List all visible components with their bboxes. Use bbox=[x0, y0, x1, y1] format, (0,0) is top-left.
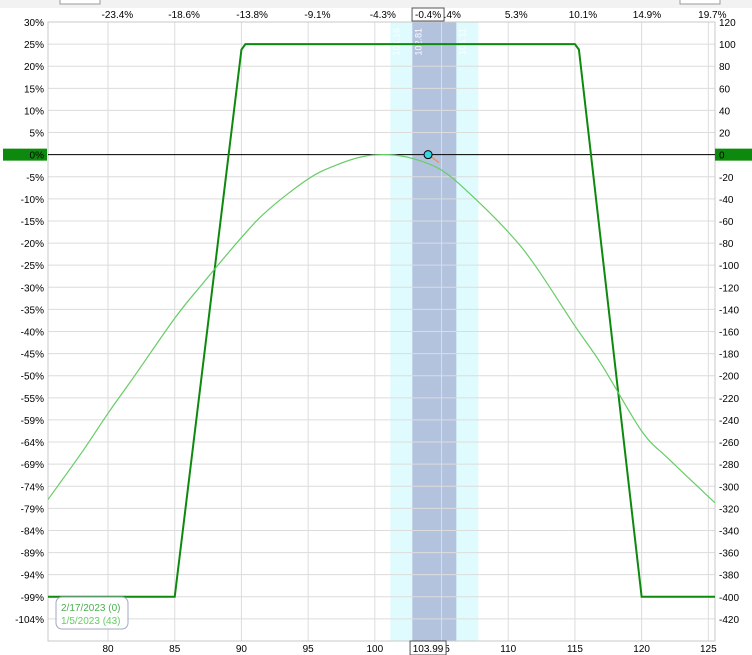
top-toolbar-strip bbox=[0, 0, 752, 8]
bottom-axis-tick: 85 bbox=[169, 644, 181, 655]
right-axis-tick: -20 bbox=[719, 173, 734, 184]
left-axis-tick: -5% bbox=[26, 173, 44, 184]
top-axis-tick: -18.6% bbox=[168, 10, 200, 21]
right-axis-tick: 100 bbox=[719, 40, 736, 51]
right-axis-tick: -300 bbox=[719, 482, 739, 493]
right-axis-tick-zero: 0 bbox=[719, 151, 725, 162]
left-axis-tick: 5% bbox=[30, 129, 45, 140]
right-axis-tick: -120 bbox=[719, 283, 739, 294]
legend[interactable]: 2/17/2023 (0) 1/5/2023 (43) bbox=[55, 596, 129, 630]
right-axis-tick: -200 bbox=[719, 372, 739, 383]
top-axis-tick: 10.1% bbox=[569, 10, 597, 21]
toolbar-input-left[interactable] bbox=[59, 0, 101, 5]
left-axis-tick: -89% bbox=[21, 549, 44, 560]
left-axis: 30% 25% 20% 15% 10% 5% 0% -5% -10% -15% -20% -25% -3… bbox=[3, 18, 47, 626]
top-axis-tick: -13.8% bbox=[236, 10, 268, 21]
band-label-2: 106.11 bbox=[457, 28, 467, 55]
band-label-0: 101.16 bbox=[391, 28, 401, 56]
left-axis-tick: -59% bbox=[21, 416, 44, 427]
bottom-axis-tick: 95 bbox=[303, 644, 315, 655]
bottom-axis-tick: 115 bbox=[567, 644, 583, 655]
top-axis-tick: 19.7% bbox=[698, 10, 726, 21]
left-axis-tick: -50% bbox=[21, 372, 44, 383]
left-axis-tick: -94% bbox=[21, 571, 44, 582]
left-axis-tick: 10% bbox=[24, 106, 44, 117]
left-axis-tick: -45% bbox=[21, 350, 44, 361]
left-axis-tick: -20% bbox=[21, 239, 44, 250]
right-axis-tick: -140 bbox=[719, 305, 739, 316]
left-axis-tick: 30% bbox=[24, 18, 44, 29]
right-axis-tick: -180 bbox=[719, 350, 739, 361]
bottom-axis-tick: 90 bbox=[236, 644, 248, 655]
left-axis-tick: -69% bbox=[21, 460, 44, 471]
right-axis-tick: -100 bbox=[719, 261, 739, 272]
right-axis-tick: 40 bbox=[719, 106, 731, 117]
left-axis-tick-zero: 0% bbox=[30, 151, 45, 162]
bottom-axis-tick: 80 bbox=[102, 644, 114, 655]
right-axis-tick: -340 bbox=[719, 526, 739, 537]
left-axis-tick: -74% bbox=[21, 482, 44, 493]
band-label-1: 102.81 bbox=[413, 28, 423, 56]
left-axis-tick: -10% bbox=[21, 195, 44, 206]
risk-graph-chart[interactable]: 101.16 102.81 106.11 107.76 30% 25% 20% 15% 10%… bbox=[0, 0, 752, 655]
right-axis-tick: -160 bbox=[719, 328, 739, 339]
left-axis-tick: -55% bbox=[21, 394, 44, 405]
left-axis-tick: -30% bbox=[21, 283, 44, 294]
right-axis-tick: -240 bbox=[719, 416, 739, 427]
top-axis-tick: -23.4% bbox=[102, 10, 134, 21]
legend-entry-t-plus: 1/5/2023 (43) bbox=[61, 616, 121, 627]
top-axis-tick: -4.3% bbox=[370, 10, 396, 21]
bottom-axis-tick: 125 bbox=[700, 644, 717, 655]
right-axis-tick: -260 bbox=[719, 438, 739, 449]
left-axis-tick: -99% bbox=[21, 593, 44, 604]
bottom-axis-tick: 100 bbox=[366, 644, 383, 655]
left-axis-tick: -64% bbox=[21, 438, 44, 449]
right-axis-tick: -320 bbox=[719, 504, 739, 515]
legend-entry-expiration: 2/17/2023 (0) bbox=[61, 603, 121, 614]
band-label-3: 107.76 bbox=[479, 28, 489, 56]
left-axis-tick: -79% bbox=[21, 504, 44, 515]
right-axis-tick: -400 bbox=[719, 593, 739, 604]
right-axis-tick: -80 bbox=[719, 239, 734, 250]
left-axis-tick: -104% bbox=[15, 615, 44, 626]
right-axis-tick: 80 bbox=[719, 62, 731, 73]
right-axis-tick: -380 bbox=[719, 571, 739, 582]
right-axis-tick: -420 bbox=[719, 615, 739, 626]
bottom-axis: 80859095100105110115120125103.99 bbox=[102, 640, 717, 655]
top-axis: -23.4% -18.6% -13.8% -9.1% -4.3% 0.4% 5.3% 10.1… bbox=[102, 7, 727, 22]
top-axis-tick: -9.1% bbox=[304, 10, 330, 21]
left-axis-tick: -40% bbox=[21, 328, 44, 339]
right-axis: 120100806040200-20-40-60-80-100-120-140-… bbox=[715, 18, 752, 626]
right-axis-tick: 20 bbox=[719, 129, 731, 140]
left-axis-tick: -25% bbox=[21, 261, 44, 272]
right-axis-tick: -60 bbox=[719, 217, 734, 228]
left-axis-tick: 20% bbox=[24, 62, 44, 73]
right-axis-tick: -360 bbox=[719, 549, 739, 560]
right-axis-tick: 60 bbox=[719, 84, 731, 95]
left-axis-tick: -35% bbox=[21, 305, 44, 316]
left-axis-tick: 25% bbox=[24, 40, 44, 51]
current-price-marker[interactable] bbox=[423, 150, 433, 160]
right-axis-tick: -220 bbox=[719, 394, 739, 405]
current-price-label: 103.99 bbox=[413, 644, 444, 655]
right-axis-tick: -280 bbox=[719, 460, 739, 471]
current-pct-label: -0.4% bbox=[415, 10, 441, 21]
top-axis-tick: 5.3% bbox=[505, 10, 528, 21]
top-axis-tick: 14.9% bbox=[633, 10, 661, 21]
bottom-axis-tick: 120 bbox=[633, 644, 650, 655]
bottom-axis-tick: 110 bbox=[500, 644, 516, 655]
left-axis-tick: 15% bbox=[24, 84, 44, 95]
left-axis-tick: -84% bbox=[21, 526, 44, 537]
left-axis-tick: -15% bbox=[21, 217, 44, 228]
right-axis-tick: -40 bbox=[719, 195, 734, 206]
toolbar-input-right[interactable] bbox=[679, 0, 721, 5]
